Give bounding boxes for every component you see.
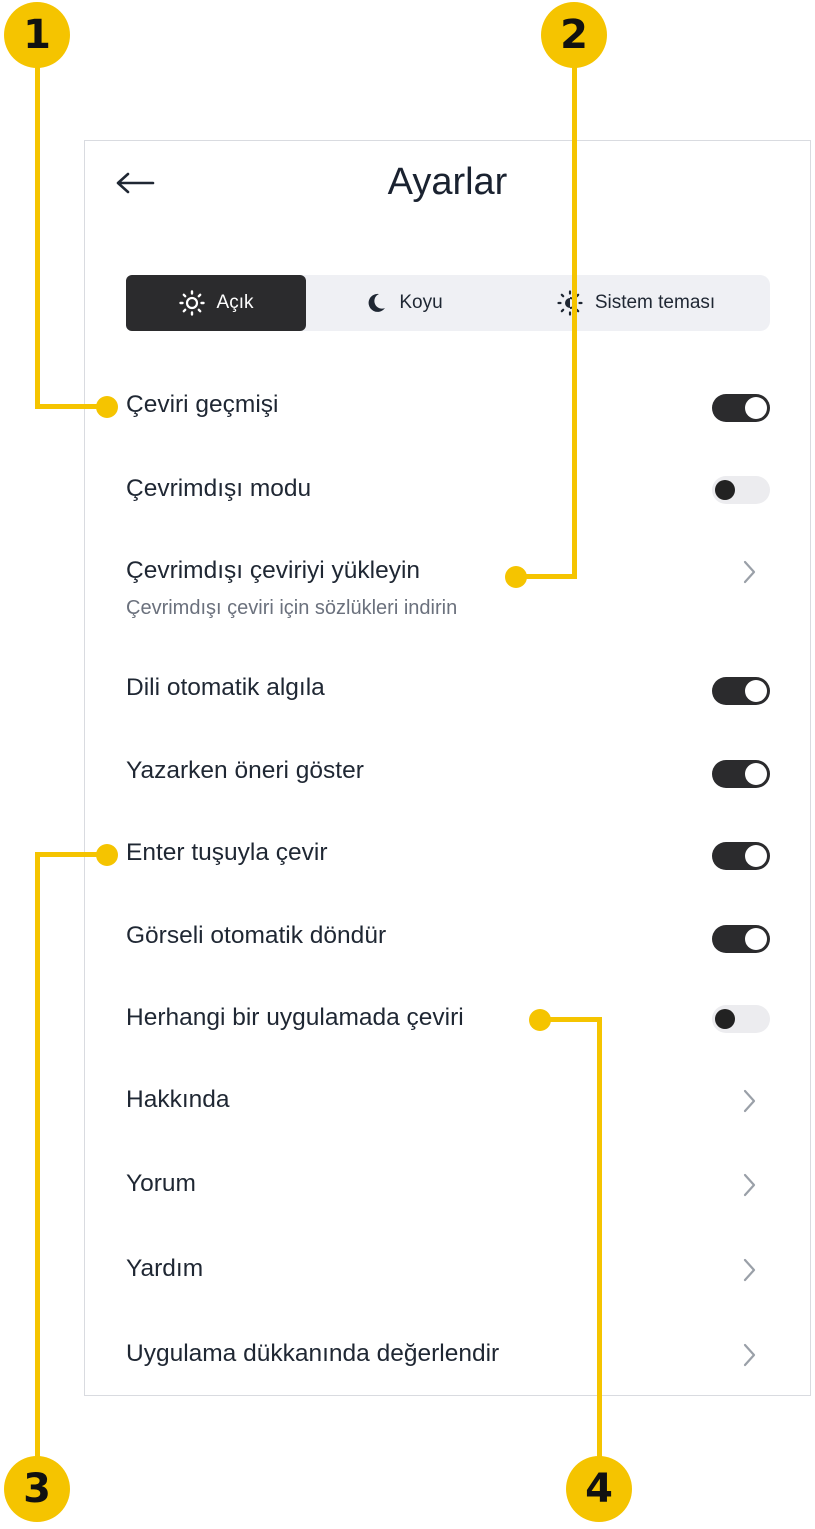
theme-option-system[interactable]: Sistem teması xyxy=(502,275,770,331)
theme-option-label: Koyu xyxy=(399,292,443,313)
callout-dot-4 xyxy=(529,1009,551,1031)
auto-rotate-image-toggle[interactable] xyxy=(712,925,770,953)
setting-sublabel: Çevrimdışı çeviri için sözlükleri indiri… xyxy=(126,597,458,619)
theme-option-dark[interactable]: Koyu xyxy=(306,275,502,331)
callout-line-2-vertical xyxy=(572,66,577,579)
moon-icon xyxy=(368,293,386,312)
setting-label: Çevrimdışı modu xyxy=(126,475,312,502)
setting-label: Dili otomatik algıla xyxy=(126,674,325,701)
setting-label: Çeviri geçmişi xyxy=(126,391,279,418)
setting-label: Çevrimdışı çeviriyi yükleyin xyxy=(126,557,421,584)
page-title: Ayarlar xyxy=(387,161,508,203)
enter-to-translate-toggle[interactable] xyxy=(712,842,770,870)
setting-label: Hakkında xyxy=(126,1086,230,1113)
callout-badge-2: 2 xyxy=(541,2,607,68)
callout-badge-3: 3 xyxy=(4,1456,70,1522)
callout-line-4-vertical xyxy=(597,1017,602,1458)
chevron-right-icon[interactable] xyxy=(737,1255,761,1285)
chevron-right-icon[interactable] xyxy=(737,1086,761,1116)
sun-icon xyxy=(178,290,205,316)
theme-option-light[interactable]: Açık xyxy=(126,275,306,331)
setting-label: Uygulama dükkanında değerlendir xyxy=(126,1340,500,1367)
callout-badge-4: 4 xyxy=(566,1456,632,1522)
callout-dot-1 xyxy=(96,396,118,418)
translate-in-any-app-toggle[interactable] xyxy=(712,1005,770,1033)
callout-line-3-vertical xyxy=(35,852,40,1458)
setting-label: Enter tuşuyla çevir xyxy=(126,839,328,866)
theme-selector: Açık Koyu Sistem teması xyxy=(126,275,770,331)
callout-dot-2 xyxy=(505,566,527,588)
callout-line-1-vertical xyxy=(35,66,40,409)
theme-option-label: Sistem teması xyxy=(594,292,716,313)
callout-dot-3 xyxy=(96,844,118,866)
translation-history-toggle[interactable] xyxy=(712,394,770,422)
chevron-right-icon[interactable] xyxy=(737,557,761,587)
chevron-right-icon[interactable] xyxy=(737,1340,761,1370)
callout-badge-1: 1 xyxy=(4,2,70,68)
setting-label: Yazarken öneri göster xyxy=(126,757,364,784)
setting-label: Herhangi bir uygulamada çeviri xyxy=(126,1004,464,1031)
theme-option-label: Açık xyxy=(216,292,254,313)
offline-mode-toggle[interactable] xyxy=(712,476,770,504)
setting-label: Yorum xyxy=(126,1170,196,1197)
system-theme-icon xyxy=(557,290,583,316)
settings-screen: Ayarlar Açık Koyu Sistem teması Çeviri g… xyxy=(84,140,811,1396)
setting-label: Yardım xyxy=(126,1255,204,1282)
suggestions-toggle[interactable] xyxy=(712,760,770,788)
setting-label: Görseli otomatik döndür xyxy=(126,922,387,949)
auto-detect-language-toggle[interactable] xyxy=(712,677,770,705)
chevron-right-icon[interactable] xyxy=(737,1170,761,1200)
